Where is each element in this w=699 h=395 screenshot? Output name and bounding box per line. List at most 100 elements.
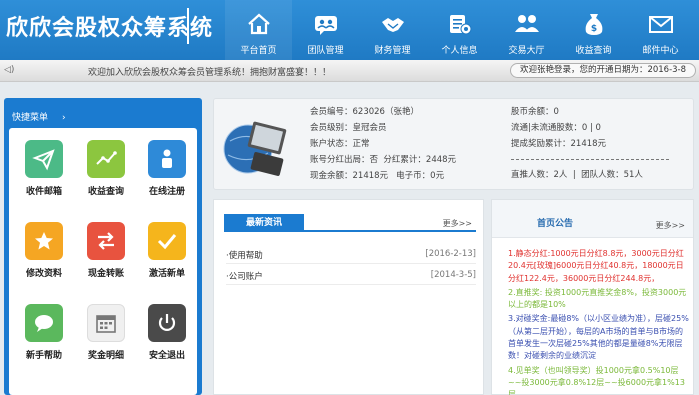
member-no: 会员编号：623026（张艳） <box>310 107 419 117</box>
trend-line-icon <box>96 151 117 165</box>
dividend-out: 账号分红出局：否 <box>310 155 379 165</box>
tile-icon-bg <box>148 140 186 178</box>
announcement-body: 1.静态分红:1000元日分红8.8元，3000元日分红20.4元[玫瑰]600… <box>508 248 690 395</box>
notice-marquee: 欢迎加入欣欣会股权众筹会员管理系统！拥抱财富盛宴！！！ <box>88 68 332 78</box>
tile-icon-bg <box>148 304 186 342</box>
nav-label: 团队管理 <box>307 46 344 56</box>
computer-icon <box>223 121 287 176</box>
nav-label: 邮件中心 <box>642 46 679 56</box>
tile-earnings[interactable]: 收益查询 <box>75 128 137 206</box>
team-chat-icon <box>314 16 337 35</box>
cash-balance: 现金余额：21418元 <box>310 171 389 181</box>
svg-text:$: $ <box>590 24 596 34</box>
quick-menu-title: 快捷菜单 › <box>12 110 66 123</box>
power-icon <box>158 314 176 331</box>
tile-icon-bg <box>25 140 63 178</box>
nav-item-home[interactable]: 平台首页 <box>225 0 292 60</box>
nav-item-team[interactable]: 团队管理 <box>292 0 359 60</box>
member-level: 会员级别：皇冠会员 <box>310 123 387 133</box>
quick-menu-grid: 收件邮箱 收益查询 在线注册 修改资料 现金转账 激活新单 新手帮助 奖金明细 … <box>9 128 197 395</box>
top-header: 欣欣会股权众筹系统 平台首页 团队管理 财务管理 个人信息 交易大厅 $ 收益查… <box>0 0 699 60</box>
calendar-icon <box>96 315 116 333</box>
nav-item-mail[interactable]: 邮件中心 <box>627 0 694 60</box>
team-count: 团队人数：51人 <box>581 170 643 180</box>
profile-settings-icon <box>449 15 471 35</box>
news-item-date: [2016-2-13] <box>425 249 476 259</box>
team-row: 直推人数：2人 | 团队人数：51人 <box>511 170 643 180</box>
envelope-icon <box>648 16 673 33</box>
tile-label: 新手帮助 <box>25 351 62 361</box>
tile-label: 激活新单 <box>148 269 185 279</box>
news-tabbar: 最新资讯 更多>> <box>224 214 476 232</box>
nav-item-trade[interactable]: 交易大厅 <box>493 0 560 60</box>
check-icon <box>157 234 177 250</box>
circulation-shares: 流通|未流通股数：0 | 0 <box>511 123 601 133</box>
dividend-row: 账号分红出局：否 分红累计：2448元 <box>310 152 456 168</box>
tile-activate[interactable]: 激活新单 <box>136 210 198 288</box>
tile-icon-bg <box>87 304 125 342</box>
tile-edit-profile[interactable]: 修改资料 <box>13 210 75 288</box>
stock-balance: 股币余额：0 <box>511 107 559 117</box>
notice-bar: ◁) 欢迎加入欣欣会股权众筹会员管理系统！拥抱财富盛宴！！！ 欢迎张艳登录，您的… <box>0 60 699 82</box>
announcement-title: 首页公告 <box>537 219 574 229</box>
users-group-icon <box>514 15 539 32</box>
tile-label: 修改资料 <box>25 269 62 279</box>
speaker-icon: ◁) <box>4 65 15 75</box>
news-more-link[interactable]: 更多>> <box>443 218 472 229</box>
chat-bubble-icon <box>35 315 53 332</box>
brand-title: 欣欣会股权众筹系统 <box>6 16 214 41</box>
news-item-date: [2014-3-5] <box>430 270 476 280</box>
announcement-paragraph: 2.直推奖: 投资1000元直推奖金8%，投资3000元以上的都是10% <box>508 287 687 310</box>
tile-bonus-detail[interactable]: 奖金明细 <box>75 292 137 370</box>
tile-label: 在线注册 <box>148 187 185 197</box>
welcome-badge: 欢迎张艳登录，您的开通日期为：2016-3-8 <box>510 63 696 78</box>
nav-item-profile[interactable]: 个人信息 <box>426 0 493 60</box>
tile-label: 奖金明细 <box>87 351 124 361</box>
announcement-more-link[interactable]: 更多>> <box>656 220 685 231</box>
tile-icon-bg <box>87 222 125 260</box>
announcement-paragraph: 3.对碰奖金:最碰8%（以小区业绩为准），层碰25%（从第二层开始），每层的A市… <box>508 314 689 361</box>
tile-label: 收件邮箱 <box>25 187 62 197</box>
tile-icon-bg <box>148 222 186 260</box>
news-item[interactable]: ·使用帮助 [2016-2-13] <box>226 246 476 264</box>
news-item[interactable]: ·公司账户 [2014-3-5] <box>226 267 476 285</box>
tab-latest-news[interactable]: 最新资讯 <box>224 214 304 232</box>
money-bag-icon: $ <box>585 14 602 35</box>
home-icon <box>247 13 270 35</box>
tile-icon-bg <box>25 304 63 342</box>
tile-transfer[interactable]: 现金转账 <box>75 210 137 288</box>
account-status: 账户状态：正常 <box>310 139 370 149</box>
tile-label: 安全退出 <box>148 351 185 361</box>
tile-icon-bg <box>25 222 63 260</box>
tile-inbox[interactable]: 收件邮箱 <box>13 128 75 206</box>
quick-menu: 快捷菜单 › 收件邮箱 收益查询 在线注册 修改资料 现金转账 激活新单 新手帮… <box>4 98 202 395</box>
person-icon <box>162 149 172 168</box>
nav-item-earnings[interactable]: $ 收益查询 <box>560 0 627 60</box>
nav-label: 平台首页 <box>240 46 277 56</box>
tile-icon-bg <box>87 140 125 178</box>
nav-label: 收益查询 <box>575 46 612 56</box>
direct-count: 直推人数：2人 <box>511 170 568 180</box>
brand-cursor <box>187 8 189 44</box>
handshake-icon <box>381 18 404 32</box>
tile-help[interactable]: 新手帮助 <box>13 292 75 370</box>
dividend-total: 分红累计：2448元 <box>383 155 457 165</box>
announcement-panel: 首页公告 更多>> 1.静态分红:1000元日分红8.8元，3000元日分红20… <box>491 199 694 395</box>
nav-label: 财务管理 <box>374 46 411 56</box>
announcement-paragraph: 4.见单奖（也叫领导奖）投1000元拿0.5%10层~~投3000元拿0.8%1… <box>508 365 685 395</box>
news-item-title[interactable]: ·公司账户 <box>226 270 263 282</box>
member-info-right: 股币余额：0 流通|未流通股数：0 | 0 提成奖励累计：21418元 <box>511 104 606 152</box>
announcement-header: 首页公告 更多>> <box>492 200 693 238</box>
news-item-title[interactable]: ·使用帮助 <box>226 249 263 261</box>
divider <box>511 159 669 160</box>
tile-register[interactable]: 在线注册 <box>136 128 198 206</box>
tile-label: 收益查询 <box>87 187 124 197</box>
nav-item-finance[interactable]: 财务管理 <box>359 0 426 60</box>
cash-row: 现金余额：21418元 电子币：0元 <box>310 168 456 184</box>
main-nav: 平台首页 团队管理 财务管理 个人信息 交易大厅 $ 收益查询 邮件中心 <box>225 0 694 60</box>
tile-logout[interactable]: 安全退出 <box>136 292 198 370</box>
paper-plane-icon <box>32 149 55 171</box>
quick-menu-label: 快捷菜单 <box>12 113 49 123</box>
nav-label: 个人信息 <box>441 46 478 56</box>
news-panel: 最新资讯 更多>> ·使用帮助 [2016-2-13] ·公司账户 [2014-… <box>213 199 484 395</box>
